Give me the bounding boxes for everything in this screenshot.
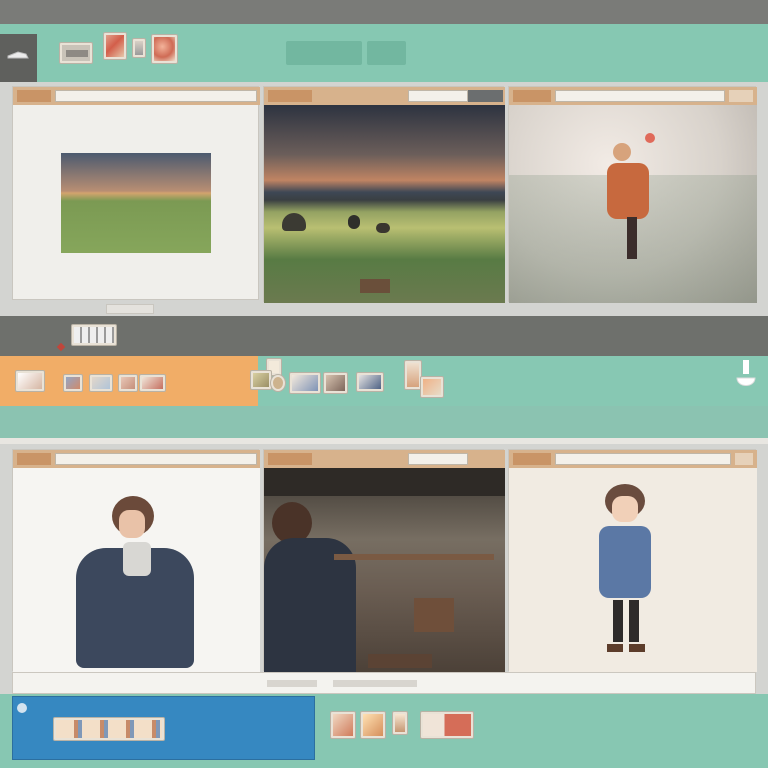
girl-face [612,496,638,522]
field-scene-window [263,86,505,303]
taskbar-thumb-12[interactable] [420,376,444,398]
landscape-window [12,86,260,300]
character-cloak [607,163,649,219]
cup-shape [736,360,756,386]
landscape-image [61,153,211,253]
thumbnail-icon [66,50,88,57]
taskbar-round-icon[interactable] [270,374,286,392]
character-legs [627,217,637,259]
bottom-thumb-2[interactable] [360,711,386,739]
toolbar-thumbnail-2[interactable] [103,32,127,60]
bottom-thumb-4[interactable] [420,711,474,739]
taskbar-thumb-7[interactable] [250,370,272,390]
dark-figure [348,215,360,229]
address-field[interactable] [408,453,468,465]
bottom-thumb-1[interactable] [330,711,356,739]
taskbar-thumb-8[interactable] [289,372,321,394]
room-ceiling [264,468,505,496]
toolbar-pill-2[interactable] [367,41,406,65]
toolbar-thumbnail-3[interactable] [132,38,146,58]
girl-character-image [509,468,757,672]
address-field[interactable] [408,90,468,102]
taskbar-thumb-3[interactable] [89,374,113,392]
top-strip [0,0,768,24]
taskbar-thumb-9[interactable] [323,372,348,394]
wooden-bench [368,654,432,668]
girl-character-window [508,449,757,672]
toolbar-thumbnail-1[interactable] [59,42,93,64]
status-item-1[interactable] [267,680,317,687]
window-tab[interactable] [513,453,551,465]
wooden-sign [360,279,390,293]
taskbar-thumb-2[interactable] [63,374,83,392]
character-head [613,143,631,161]
wooden-table [414,598,454,632]
girl-left-leg [613,600,623,642]
toolbar-pill-1[interactable] [286,41,362,65]
window-action-button[interactable] [468,90,503,102]
field-scene-image [264,105,505,303]
kitchen-counter [334,554,494,560]
boy-hood [123,542,151,576]
address-field[interactable] [55,90,257,102]
taskbar-thumb-1[interactable] [15,370,45,392]
window-tab[interactable] [513,90,551,102]
address-field[interactable] [555,90,725,102]
window-tab[interactable] [268,453,312,465]
mid-gray-thumbnail[interactable] [71,324,117,346]
taskbar-thumb-10[interactable] [356,372,384,392]
girl-dress [599,526,651,598]
girl-left-boot [607,644,623,652]
cup-icon[interactable] [734,360,758,390]
boy-character-window [12,449,260,672]
fantasy-girl-image [509,105,757,303]
left-app-button[interactable] [0,34,37,82]
room-scene-window [263,449,505,672]
staff-orb [645,133,655,143]
fantasy-girl-window [508,86,757,303]
panel-status-icon [17,703,27,713]
boy-face [119,510,145,538]
taskbar-thumb-4[interactable] [118,374,138,392]
dark-rock [376,223,390,233]
window-close-button[interactable] [735,453,753,465]
small-caption-box [106,304,154,314]
teal-separator-band [0,406,768,438]
girl-right-boot [629,644,645,652]
room-scene-image [264,468,505,672]
blue-selection-panel [12,696,315,760]
dark-boulder [282,213,306,231]
light-divider [0,438,768,444]
window-close-button[interactable] [729,90,753,102]
window-tab[interactable] [17,90,51,102]
address-field[interactable] [555,453,731,465]
shoe-icon [7,51,29,59]
status-item-2[interactable] [333,680,417,687]
status-bar [12,672,756,694]
girl-right-leg [629,600,639,642]
window-tab[interactable] [268,90,312,102]
panel-thumbnail-strip[interactable] [53,717,165,741]
window-tab[interactable] [17,453,51,465]
boy-character-image [13,468,260,672]
address-field[interactable] [55,453,257,465]
bottom-thumb-3[interactable] [392,711,408,735]
toolbar-thumbnail-4[interactable] [151,34,178,64]
taskbar-thumb-5[interactable] [139,374,166,392]
